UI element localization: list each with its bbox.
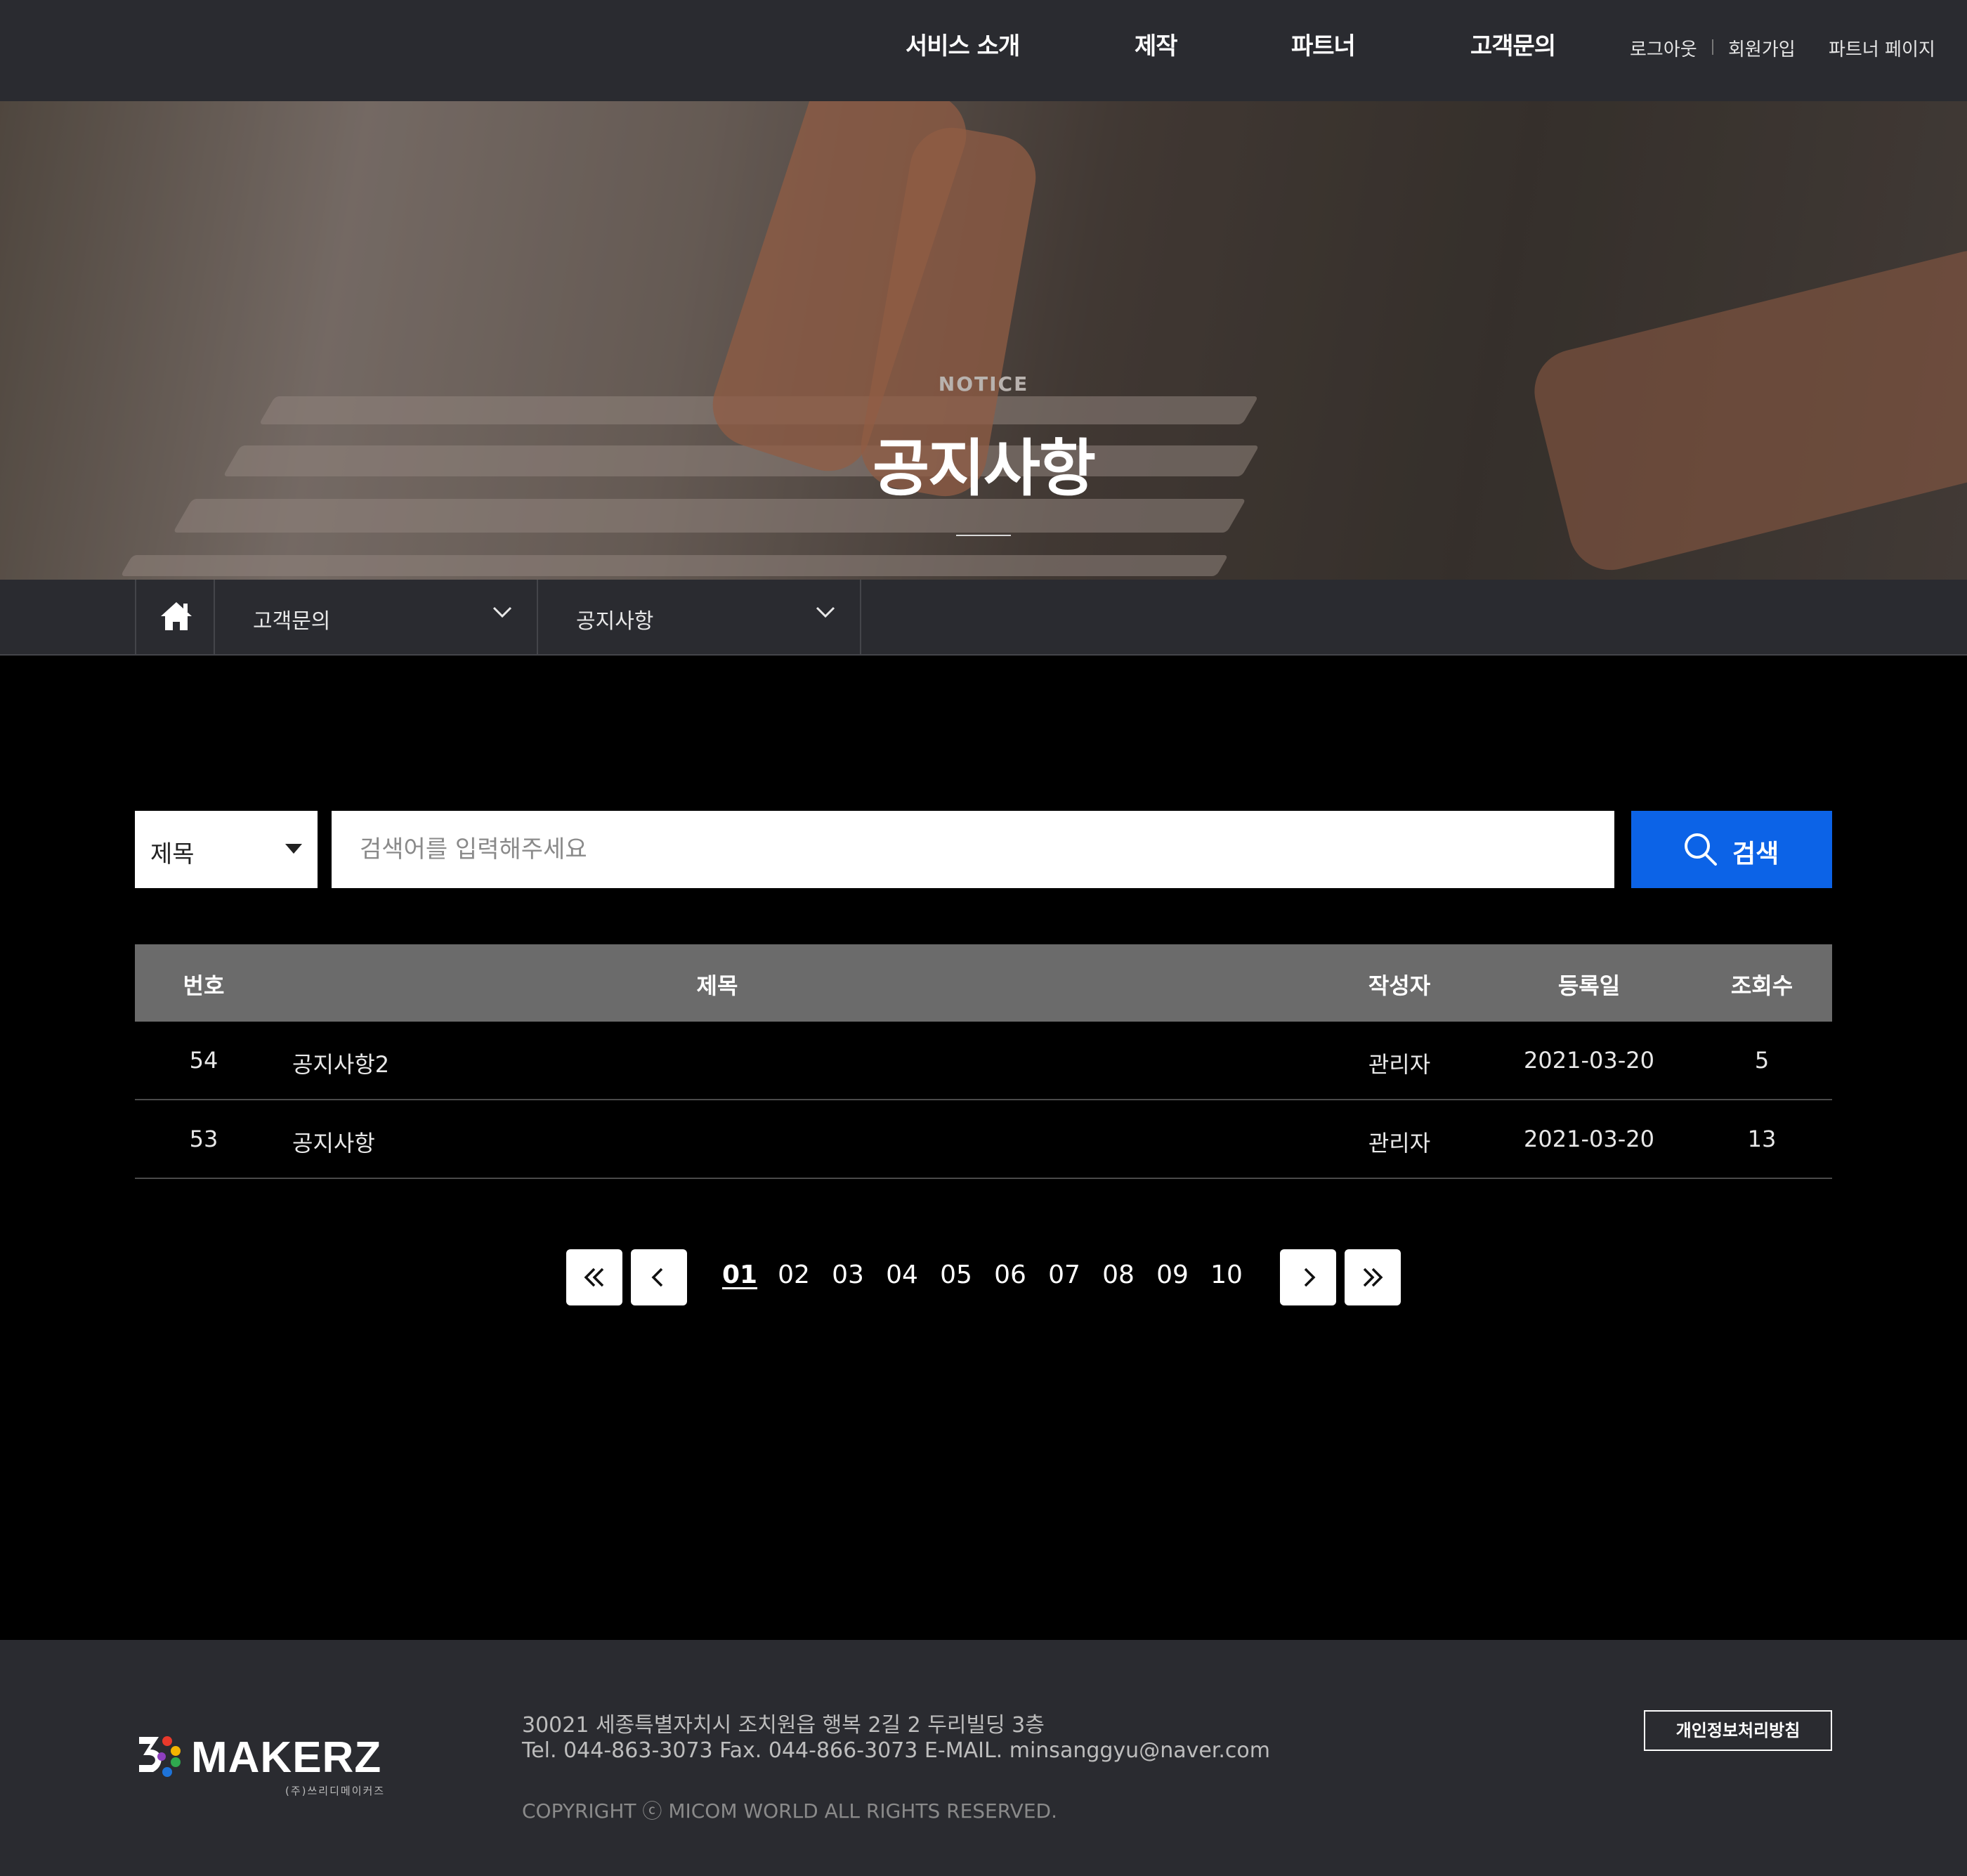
row-date: 2021-03-20	[1524, 1047, 1654, 1074]
util-divider	[1712, 39, 1713, 55]
site-footer: MAKERZ (주)쓰리디메이커즈 30021 세종특별자치시 조치원읍 행복 …	[0, 1640, 1967, 1876]
page-link-10[interactable]: 10	[1205, 1261, 1248, 1289]
search-button[interactable]: 검색	[1631, 811, 1832, 888]
row-num: 53	[189, 1126, 218, 1152]
page-link-05[interactable]: 05	[935, 1261, 977, 1289]
page-link-04[interactable]: 04	[881, 1261, 923, 1289]
footer-address: 30021 세종특별자치시 조치원읍 행복 2길 2 두리빌딩 3층	[522, 1713, 1045, 1738]
nav-production[interactable]: 제작	[1135, 27, 1178, 61]
table-header: 번호 제목 작성자 등록일 조회수	[135, 944, 1832, 1022]
logo-mark-icon	[139, 1736, 181, 1777]
hero-banner: NOTICE 공지사항	[0, 101, 1967, 580]
logo-subtext: (주)쓰리디메이커즈	[285, 1785, 386, 1797]
double-chevron-left-icon	[584, 1268, 604, 1287]
table-row[interactable]: 54 공지사항2 관리자 2021-03-20 5	[135, 1022, 1832, 1100]
col-header-author: 작성자	[1368, 972, 1431, 999]
nav-service[interactable]: 서비스 소개	[906, 27, 1020, 61]
page-link-08[interactable]: 08	[1097, 1261, 1139, 1289]
row-date: 2021-03-20	[1524, 1126, 1654, 1152]
footer-contact: Tel. 044-863-3073 Fax. 044-866-3073 E-MA…	[522, 1738, 1270, 1763]
first-page-button[interactable]	[566, 1249, 622, 1305]
row-num: 54	[189, 1047, 218, 1074]
breadcrumb-level1-label: 고객문의	[253, 609, 331, 634]
col-header-num: 번호	[183, 972, 225, 999]
signup-link[interactable]: 회원가입	[1728, 35, 1796, 61]
page-link-02[interactable]: 02	[773, 1261, 815, 1289]
privacy-policy-button[interactable]: 개인정보처리방침	[1644, 1710, 1832, 1751]
row-title-link[interactable]: 공지사항	[292, 1126, 375, 1158]
search-field-select[interactable]: 제목	[135, 811, 318, 888]
col-header-views: 조회수	[1730, 972, 1793, 999]
search-field-value: 제목	[150, 840, 195, 868]
partner-page-link[interactable]: 파트너 페이지	[1829, 35, 1935, 61]
page-link-03[interactable]: 03	[827, 1261, 869, 1289]
site-header: 서비스 소개 제작 파트너 고객문의 로그아웃 회원가입 파트너 페이지	[0, 0, 1967, 101]
page-link-09[interactable]: 09	[1151, 1261, 1194, 1289]
search-input[interactable]	[332, 811, 1614, 888]
chevron-down-icon	[492, 606, 512, 618]
row-views: 5	[1754, 1047, 1770, 1074]
chevron-down-icon	[816, 606, 835, 618]
row-author: 관리자	[1368, 1130, 1431, 1157]
table-row[interactable]: 53 공지사항 관리자 2021-03-20 13	[135, 1100, 1832, 1179]
breadcrumb-dropdown-level1[interactable]: 고객문의	[215, 580, 538, 656]
search-icon	[1685, 833, 1717, 866]
page-link-07[interactable]: 07	[1043, 1261, 1085, 1289]
nav-partner[interactable]: 파트너	[1291, 27, 1356, 61]
search-button-label: 검색	[1732, 840, 1779, 868]
last-page-button[interactable]	[1345, 1249, 1401, 1305]
double-chevron-right-icon	[1363, 1268, 1383, 1287]
home-icon	[161, 602, 192, 630]
prev-page-button[interactable]	[631, 1249, 687, 1305]
next-page-button[interactable]	[1280, 1249, 1336, 1305]
chevron-right-icon	[1304, 1268, 1316, 1287]
nav-support[interactable]: 고객문의	[1470, 27, 1556, 61]
footer-copyright: COPYRIGHT ⓒ MICOM WORLD ALL RIGHTS RESER…	[522, 1799, 1057, 1823]
chevron-left-icon	[651, 1268, 663, 1287]
breadcrumb-level2-label: 공지사항	[576, 609, 654, 634]
logo-wordmark: MAKERZ	[191, 1733, 382, 1782]
page-title: 공지사항	[873, 432, 1096, 504]
breadcrumb: 고객문의 공지사항	[0, 580, 1967, 656]
breadcrumb-home[interactable]	[135, 580, 215, 656]
col-header-date: 등록일	[1557, 972, 1621, 999]
row-author: 관리자	[1368, 1051, 1431, 1078]
title-divider	[956, 535, 1011, 536]
row-title-link[interactable]: 공지사항2	[292, 1047, 389, 1079]
hero-subtitle: NOTICE	[938, 372, 1029, 396]
row-views: 13	[1747, 1126, 1777, 1152]
breadcrumb-dropdown-level2[interactable]: 공지사항	[538, 580, 861, 656]
caret-down-icon	[285, 844, 302, 854]
col-header-title: 제목	[696, 972, 738, 999]
page-link-06[interactable]: 06	[989, 1261, 1031, 1289]
page-link-01[interactable]: 01	[719, 1261, 761, 1289]
logout-link[interactable]: 로그아웃	[1630, 35, 1697, 61]
